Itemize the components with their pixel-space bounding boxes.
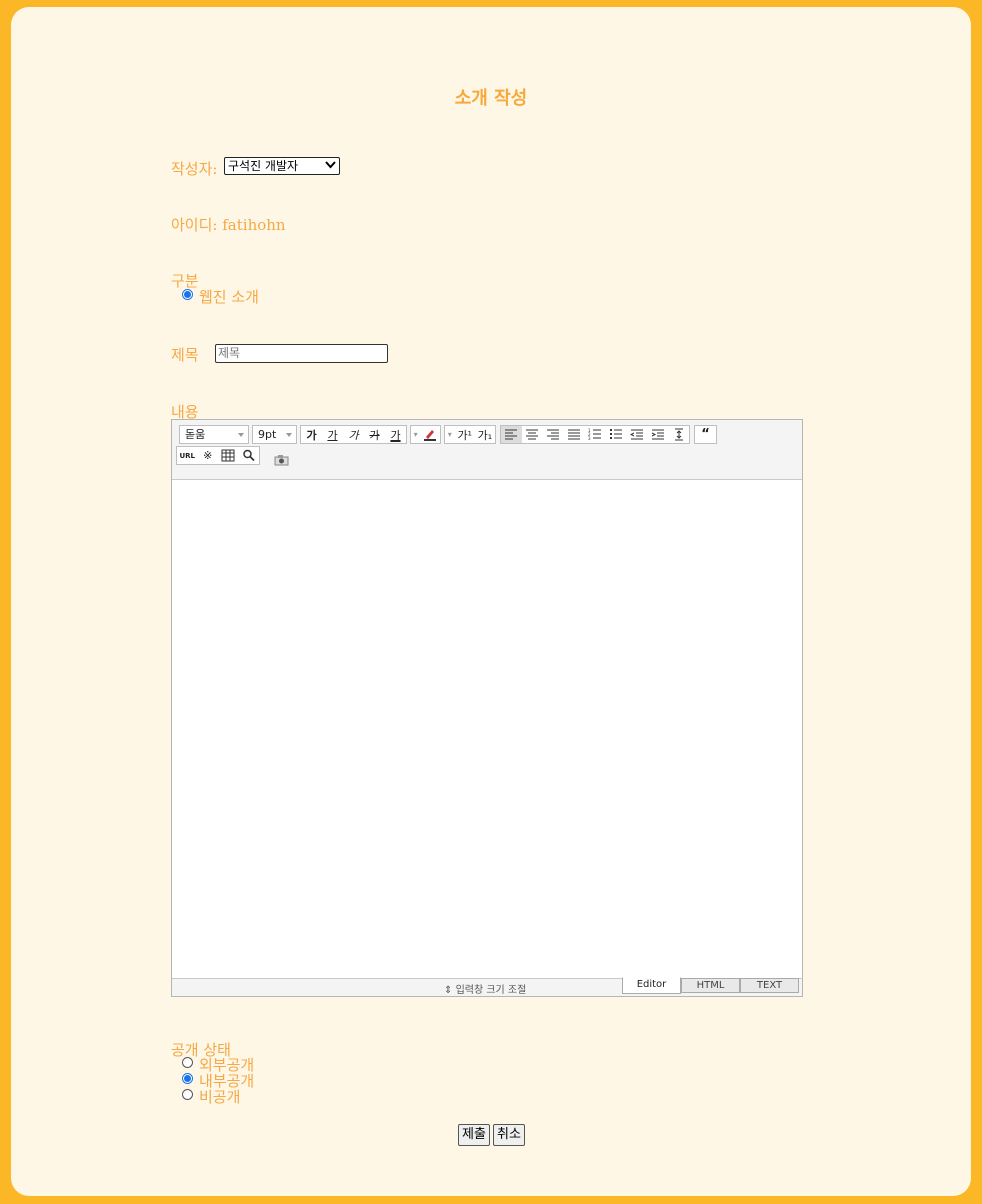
text-format-group: 가 가 가 가 가 [300,425,407,444]
cancel-button[interactable]: 취소 [493,1124,525,1146]
author-selected-value: 구석진 개발자 [228,159,299,173]
title-placeholder: 제목 [218,346,241,360]
user-id-value: fatihohn [222,216,286,234]
underline-button[interactable]: 가 [322,426,343,443]
tab-editor[interactable]: Editor [622,977,681,994]
line-height-icon[interactable] [668,426,689,443]
svg-text:3: 3 [588,436,591,441]
font-color-button[interactable]: 가 [385,426,406,443]
link-button[interactable]: URL [177,447,198,464]
ordered-list-icon[interactable]: 123 [585,426,606,443]
user-id-label: 아이디: [171,216,218,234]
superscript-button[interactable]: 가¹ [455,426,475,443]
title-label: 제목 [171,346,199,364]
author-label: 작성자: [171,160,218,178]
paragraph-group: 123 [500,425,690,444]
align-left-icon[interactable] [501,426,522,443]
align-center-icon[interactable] [522,426,543,443]
bg-color-group: ▾ [410,425,441,444]
resize-label: 입력창 크기 조절 [455,985,527,996]
visibility-option-private: 비공개 [199,1088,241,1106]
subscript-button[interactable]: 가₁ [475,426,495,443]
visibility-radio-internal[interactable] [182,1073,193,1084]
photo-upload-icon[interactable] [274,451,289,470]
category-label: 구분 [171,272,199,290]
align-justify-icon[interactable] [564,426,585,443]
editor-status-bar: ⇕ 입력창 크기 조절 Editor HTML TEXT [172,977,802,996]
dropdown-arrow-icon[interactable]: ▾ [411,426,420,443]
font-family-value: 돋움 [185,428,206,441]
category-radio-webzine[interactable] [182,289,193,300]
resize-arrows-icon: ⇕ [444,985,453,996]
page-title: 소개 작성 [454,88,528,109]
bullet-list-icon[interactable] [605,426,626,443]
script-group: ▾ 가¹ 가₁ [444,425,496,444]
user-id-row: 아이디: fatihohn [171,214,286,235]
title-input[interactable]: 제목 [215,344,388,363]
table-icon[interactable] [218,447,239,464]
author-select[interactable]: 구석진 개발자 [224,157,340,175]
tab-html[interactable]: HTML [681,978,740,993]
blockquote-icon[interactable]: “ [695,426,716,443]
editor-toolbar: 돋움 9pt 가 가 가 가 가 ▾ ▾ 가¹ 가₁ 123 “ URL ※ [172,420,802,480]
font-family-dropdown[interactable]: 돋움 [179,425,249,444]
rich-text-editor: 돋움 9pt 가 가 가 가 가 ▾ ▾ 가¹ 가₁ 123 “ URL ※ ⇕… [171,419,803,997]
outdent-icon[interactable] [626,426,647,443]
indent-icon[interactable] [647,426,668,443]
font-size-dropdown[interactable]: 9pt [252,425,297,444]
bold-button[interactable]: 가 [301,426,322,443]
strikethrough-button[interactable]: 가 [364,426,385,443]
special-char-icon[interactable]: ※ [198,447,219,464]
background-color-icon[interactable] [420,426,440,443]
category-option-label: 웹진 소개 [199,288,259,306]
dropdown-arrow-icon[interactable]: ▾ [445,426,455,443]
search-icon[interactable] [239,447,260,464]
submit-button[interactable]: 제출 [458,1124,490,1146]
align-right-icon[interactable] [543,426,564,443]
resize-handle[interactable]: ⇕ 입력창 크기 조절 [444,981,526,996]
quote-group: “ [694,425,717,444]
font-size-value: 9pt [258,428,277,441]
editor-content-area[interactable] [172,480,802,979]
insert-group: URL ※ [176,446,260,465]
chevron-down-icon [325,161,336,169]
visibility-radio-private[interactable] [182,1089,193,1100]
tab-text[interactable]: TEXT [740,978,799,993]
italic-button[interactable]: 가 [343,426,364,443]
visibility-radio-public[interactable] [182,1057,193,1068]
